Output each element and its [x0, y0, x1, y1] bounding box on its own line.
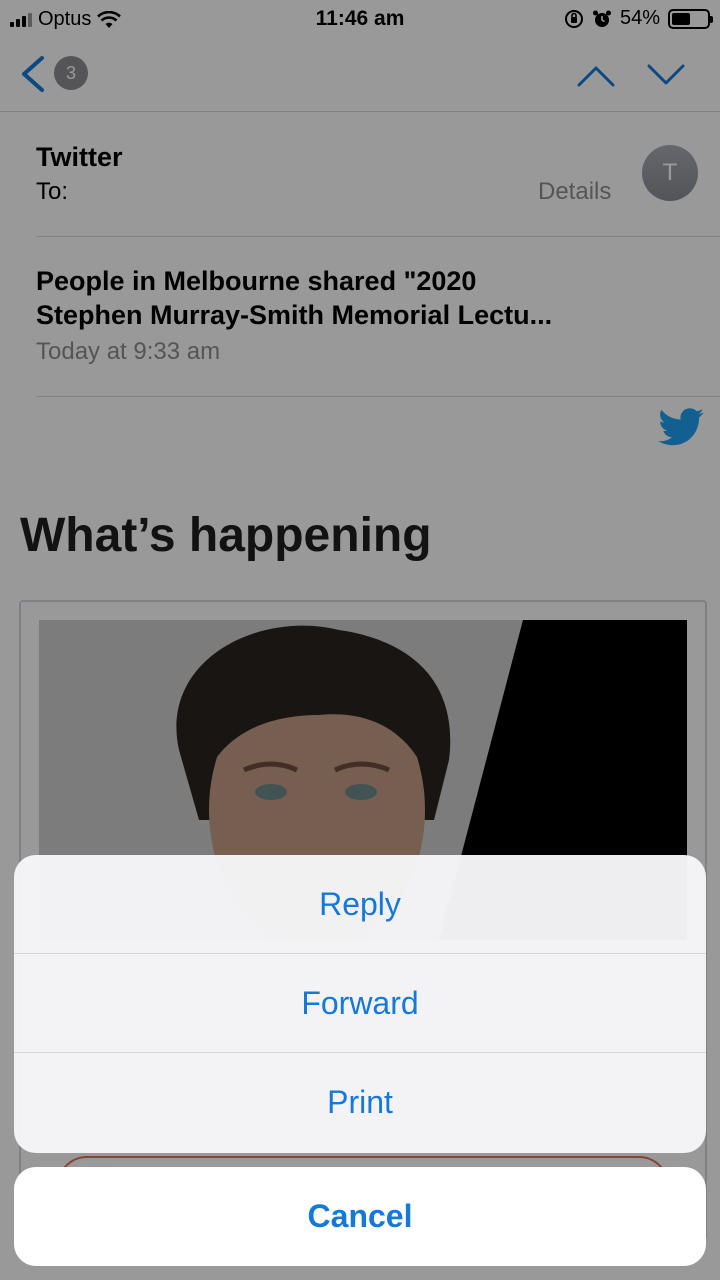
action-sheet: Reply Forward Print	[14, 855, 706, 1153]
reply-button[interactable]: Reply	[14, 855, 706, 954]
print-button[interactable]: Print	[14, 1053, 706, 1152]
cancel-button[interactable]: Cancel	[14, 1167, 706, 1266]
forward-button[interactable]: Forward	[14, 954, 706, 1053]
